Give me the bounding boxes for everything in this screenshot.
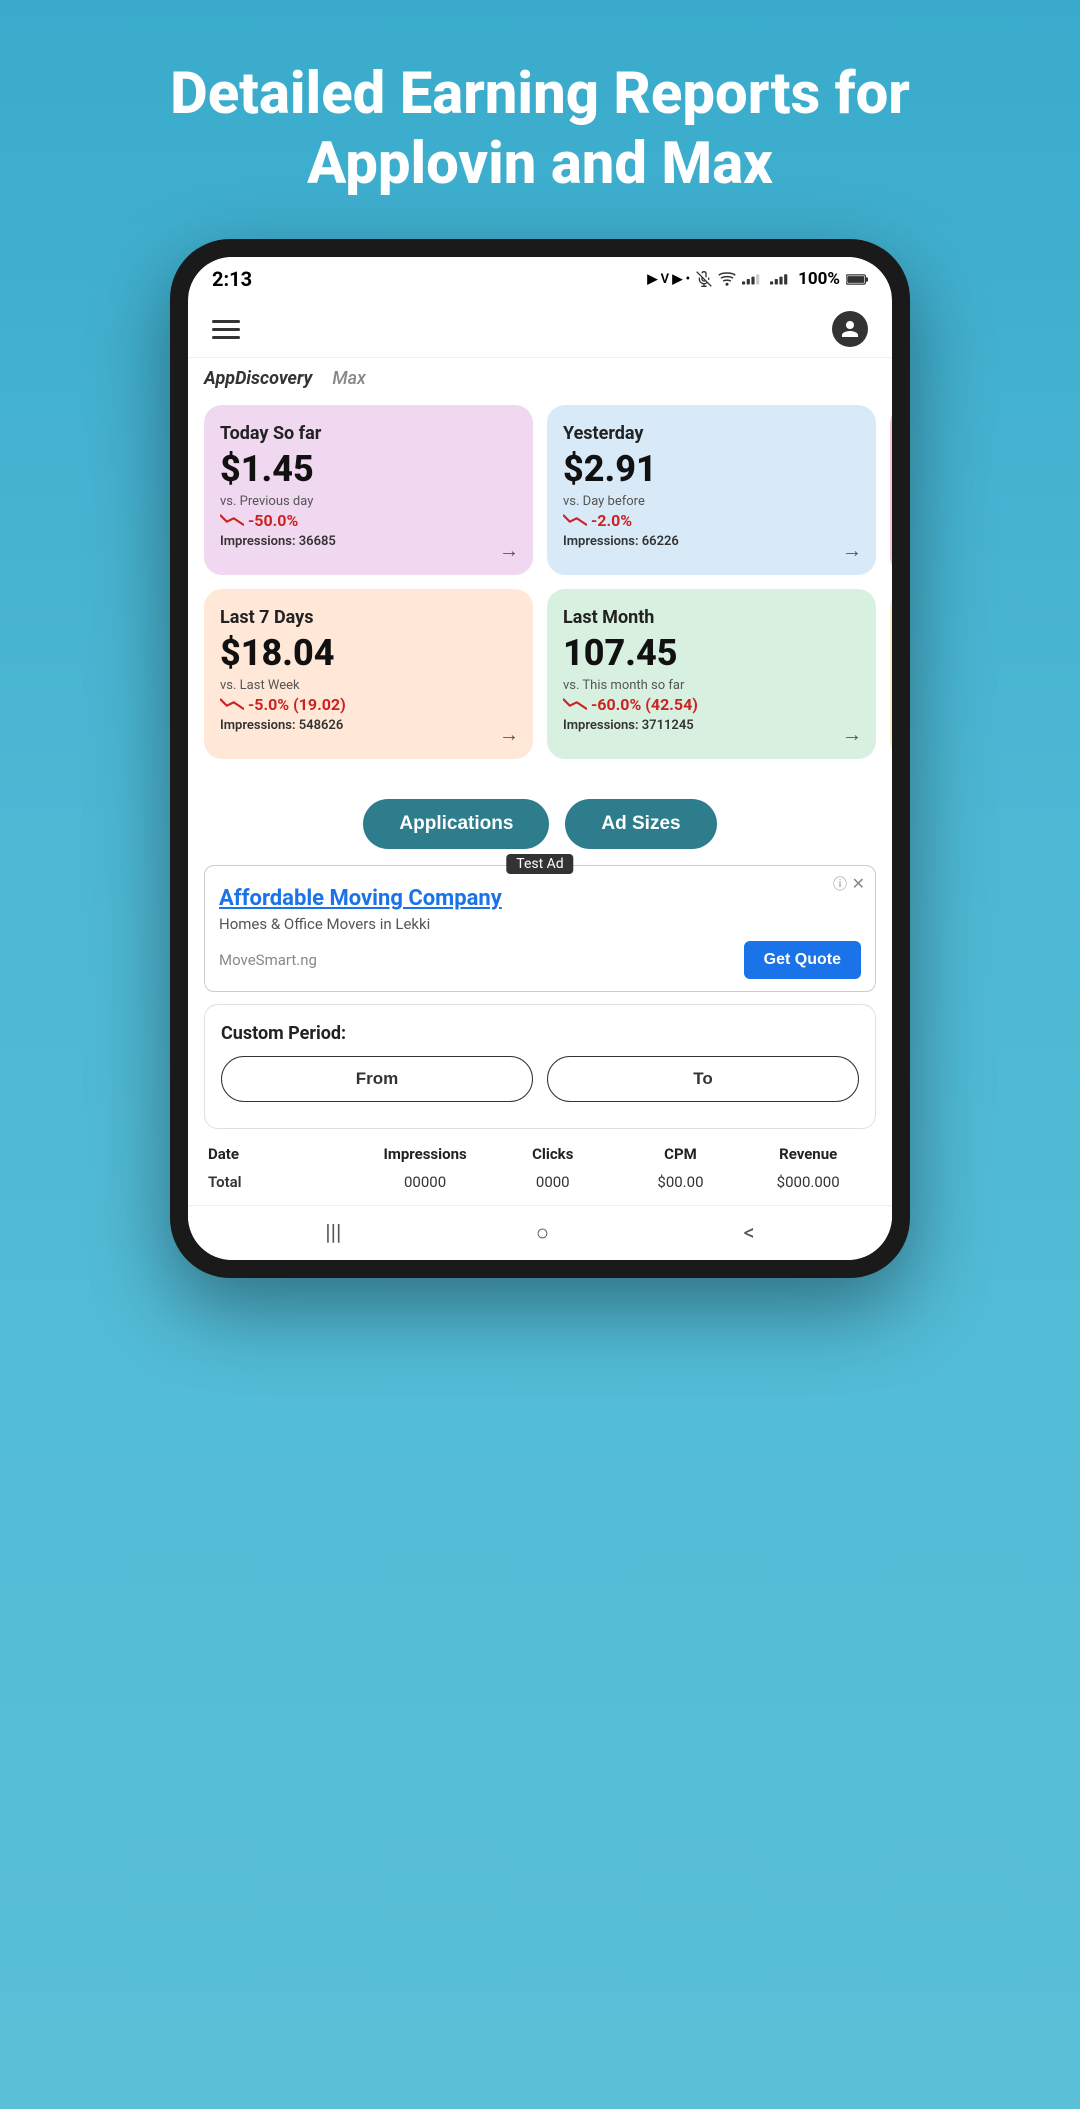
total-revenue: $000.000 [744,1173,872,1191]
page-header: Detailed Earning Reports for Applovin an… [0,0,1080,239]
card-today: Today So far $1.45 vs. Previous day -50.… [204,405,533,575]
ad-domain: MoveSmart.ng [219,951,317,969]
adsizes-button[interactable]: Ad Sizes [565,799,716,849]
table-header-row: Date Impressions Clicks CPM Revenue [204,1139,876,1169]
ad-label: Test Ad [506,854,573,874]
nav-home-icon[interactable]: ○ [536,1220,549,1246]
card-lastmonth-title: Last Month [563,607,860,628]
data-table: Date Impressions Clicks CPM Revenue Tota… [188,1139,892,1205]
hamburger-line [212,336,240,339]
ad-subtitle: Homes & Office Movers in Lekki [219,915,861,933]
card-lastmonth-impressions: Impressions: 3711245 [563,718,860,733]
card-yesterday-arrow[interactable]: → [842,538,862,563]
card-lastmonth-arrow[interactable]: → [842,722,862,747]
card-lastmonth: Last Month 107.45 vs. This month so far … [547,589,876,759]
card-yesterday-impressions: Impressions: 66226 [563,534,860,549]
card-yesterday-title: Yesterday [563,423,860,444]
tab-bar: AppDiscovery Max [188,358,892,395]
ad-info-icon[interactable]: ⓘ [833,874,847,894]
page-title: Detailed Earning Reports for Applovin an… [80,60,1000,199]
menu-button[interactable] [212,320,240,339]
mute-icon [696,271,712,287]
ad-title[interactable]: Affordable Moving Company [219,886,861,911]
phone-mockup: 2:13 ▶ V ▶ • 100% [170,239,910,1278]
total-clicks: 0000 [489,1173,617,1191]
hamburger-line [212,320,240,323]
card-today-title: Today So far [220,423,517,444]
cards-container: Today So far $1.45 vs. Previous day -50.… [188,395,892,783]
card-lastmonth-vs: vs. This month so far [563,678,860,693]
card-today-arrow[interactable]: → [499,538,519,563]
date-range-row: From To [221,1056,859,1102]
card-today-vs: vs. Previous day [220,494,517,509]
card-yesterday-vs: vs. Day before [563,494,860,509]
card-today-change: -50.0% [220,511,517,530]
card-last7-vs: vs. Last Week [220,678,517,693]
col-impressions: Impressions [361,1145,489,1163]
battery-icon [846,273,868,286]
card-yesterday-amount: $2.91 [563,450,860,490]
col-revenue: Revenue [744,1145,872,1163]
nav-back-icon[interactable]: < [744,1221,755,1246]
col-clicks: Clicks [489,1145,617,1163]
status-bar: 2:13 ▶ V ▶ • 100% [188,257,892,295]
card-lastmonth-change: -60.0% (42.54) [563,695,860,714]
card-last7-amount: $18.04 [220,634,517,674]
tab-buttons: Applications Ad Sizes [188,783,892,859]
bottom-nav: ||| ○ < [188,1205,892,1260]
ad-banner: Test Ad ⓘ ✕ Affordable Moving Company Ho… [204,865,876,992]
card-last7-change: -5.0% (19.02) [220,695,517,714]
app-header [188,295,892,358]
col-cpm: CPM [617,1145,745,1163]
hamburger-line [212,328,240,331]
card-las-partial: Las $4 vs. La Impr [890,589,892,759]
card-last7-title: Last 7 Days [220,607,517,628]
status-time: 2:13 [212,267,252,291]
notification-icons: ▶ V ▶ • [647,272,690,287]
to-button[interactable]: To [547,1056,859,1102]
card-yesterday-change: -2.0% [563,511,860,530]
card-today-amount: $1.45 [220,450,517,490]
table-total-row: Total 00000 0000 $00.00 $000.000 [204,1169,876,1195]
tab-appdiscovery[interactable]: AppDiscovery [204,368,312,389]
battery-level: 100% [798,269,840,289]
phone-screen: 2:13 ▶ V ▶ • 100% [188,257,892,1260]
custom-period-section: Custom Period: From To [204,1004,876,1129]
cards-row-1: Today So far $1.45 vs. Previous day -50.… [204,405,876,575]
card-today-impressions: Impressions: 36685 [220,534,517,549]
total-impressions: 00000 [361,1173,489,1191]
total-cpm: $00.00 [617,1173,745,1191]
profile-button[interactable] [832,311,868,347]
ad-cta-button[interactable]: Get Quote [744,941,861,979]
from-button[interactable]: From [221,1056,533,1102]
nav-menu-icon[interactable]: ||| [325,1221,341,1246]
card-yesterday: Yesterday $2.91 vs. Day before -2.0% Imp… [547,405,876,575]
card-last7: Last 7 Days $18.04 vs. Last Week -5.0% (… [204,589,533,759]
tab-max[interactable]: Max [332,368,365,389]
total-label: Total [208,1173,361,1191]
card-last7-impressions: Impressions: 548626 [220,718,517,733]
ad-footer: MoveSmart.ng Get Quote [219,941,861,979]
card-lastmonth-amount: 107.45 [563,634,860,674]
custom-period-title: Custom Period: [221,1023,859,1044]
col-date: Date [208,1145,361,1163]
wifi-icon [718,272,736,286]
ad-close-button[interactable]: ✕ [852,874,865,893]
signal2-icon [770,272,792,286]
applications-button[interactable]: Applications [363,799,549,849]
signal-icon [742,272,764,286]
card-last7-arrow[interactable]: → [499,722,519,747]
status-icons: ▶ V ▶ • 100% [647,269,868,289]
cards-row-2: Last 7 Days $18.04 vs. Last Week -5.0% (… [204,589,876,759]
card-tod-partial: Tod $2 vs. Pr Impre [890,405,892,575]
